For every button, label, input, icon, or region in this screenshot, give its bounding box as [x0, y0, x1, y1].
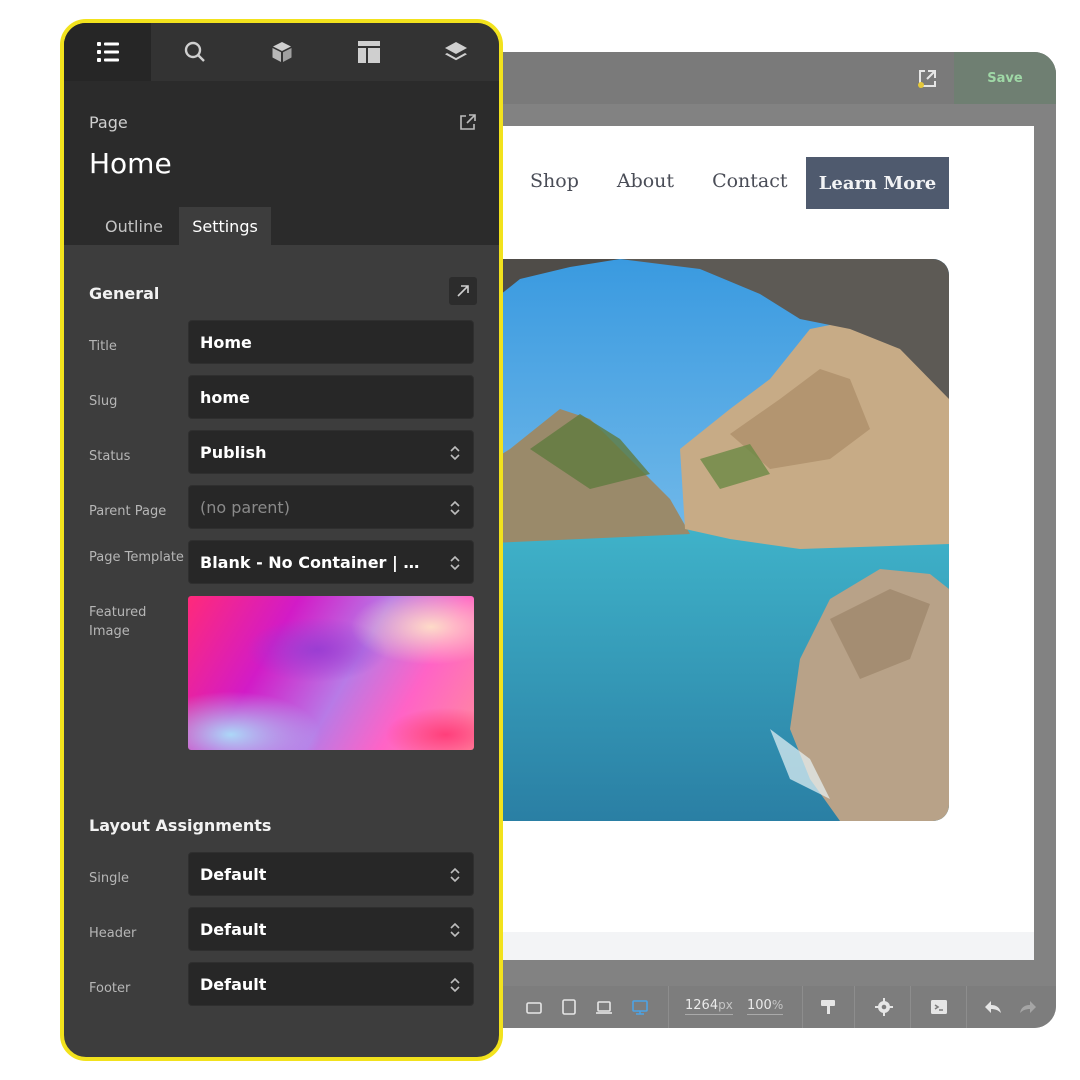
builder-window: Save Shop About Contact Learn More 1264p…: [440, 52, 1056, 1028]
hero-image[interactable]: [470, 259, 949, 821]
search-icon: [184, 41, 205, 62]
header-label: Header: [89, 926, 137, 941]
page-template-select[interactable]: Blank - No Container | Header and Footer: [188, 540, 474, 584]
header-layout-select[interactable]: Default: [188, 907, 474, 951]
single-layout-select[interactable]: Default: [188, 852, 474, 896]
featured-image-thumbnail[interactable]: [188, 596, 474, 750]
list-icon: [96, 42, 119, 62]
select-chevron-icon: [450, 500, 460, 516]
gear-icon[interactable]: [874, 997, 894, 1017]
panel-type-label: Page: [89, 113, 128, 132]
tab-components[interactable]: [238, 23, 325, 81]
title-label: Title: [89, 339, 117, 354]
expand-section-button[interactable]: [449, 277, 477, 305]
zoom-readout[interactable]: 100%: [747, 998, 784, 1015]
canvas-footer-strip: [440, 932, 1034, 960]
parent-page-label: Parent Page: [89, 504, 167, 519]
open-external-icon[interactable]: [459, 113, 477, 131]
redo-icon[interactable]: [1018, 997, 1038, 1017]
select-chevron-icon: [450, 922, 460, 938]
open-external-icon[interactable]: [916, 68, 938, 90]
nav-link-contact[interactable]: Contact: [712, 170, 787, 192]
template-icon: [357, 41, 380, 63]
status-label: Status: [89, 449, 131, 464]
style-brush-icon[interactable]: [818, 997, 838, 1017]
laptop-icon[interactable]: [594, 997, 614, 1017]
site-nav: Shop About Contact: [530, 170, 788, 192]
section-general-title: General: [89, 284, 160, 303]
select-chevron-icon: [450, 445, 460, 461]
undo-icon[interactable]: [983, 997, 1003, 1017]
layers-icon: [444, 42, 467, 61]
nav-link-about[interactable]: About: [617, 170, 674, 192]
footer-layout-select[interactable]: Default: [188, 962, 474, 1006]
cube-icon: [272, 42, 291, 62]
page-settings-panel: Page Home Outline Settings General Title…: [60, 19, 503, 1061]
status-select[interactable]: Publish: [188, 430, 474, 474]
mobile-portrait-icon[interactable]: [524, 997, 544, 1017]
desktop-icon[interactable]: [630, 997, 650, 1017]
title-field[interactable]: Home: [188, 320, 474, 364]
canvas-width-readout[interactable]: 1264px: [685, 998, 733, 1015]
save-button[interactable]: Save: [954, 52, 1056, 104]
tab-templates[interactable]: [325, 23, 412, 81]
page-canvas: Shop About Contact Learn More: [440, 126, 1034, 960]
slug-label: Slug: [89, 394, 118, 409]
tablet-icon[interactable]: [559, 997, 579, 1017]
footer-label: Footer: [89, 981, 131, 996]
slug-field[interactable]: home: [188, 375, 474, 419]
subtab-settings[interactable]: Settings: [179, 207, 271, 245]
builder-bottombar: 1264px 100%: [440, 986, 1056, 1028]
code-icon[interactable]: [929, 997, 949, 1017]
panel-tabbar: [64, 23, 499, 81]
select-chevron-icon: [450, 977, 460, 993]
page-title: Home: [89, 147, 172, 180]
featured-image-label: Featured Image: [89, 605, 147, 639]
parent-page-select[interactable]: (no parent): [188, 485, 474, 529]
expand-arrow-icon: [457, 285, 469, 297]
single-label: Single: [89, 871, 129, 886]
section-layout-title: Layout Assignments: [89, 816, 272, 835]
nav-link-shop[interactable]: Shop: [530, 170, 579, 192]
select-chevron-icon: [450, 555, 460, 571]
panel-header: Page Home Outline Settings: [64, 81, 499, 245]
select-chevron-icon: [450, 867, 460, 883]
tab-layers[interactable]: [412, 23, 499, 81]
tab-search[interactable]: [151, 23, 238, 81]
subtab-outline[interactable]: Outline: [89, 207, 179, 245]
builder-topbar: Save: [440, 52, 1056, 104]
tab-outline[interactable]: [64, 23, 151, 81]
page-template-label: Page Template: [89, 550, 184, 565]
learn-more-button[interactable]: Learn More: [806, 157, 949, 209]
